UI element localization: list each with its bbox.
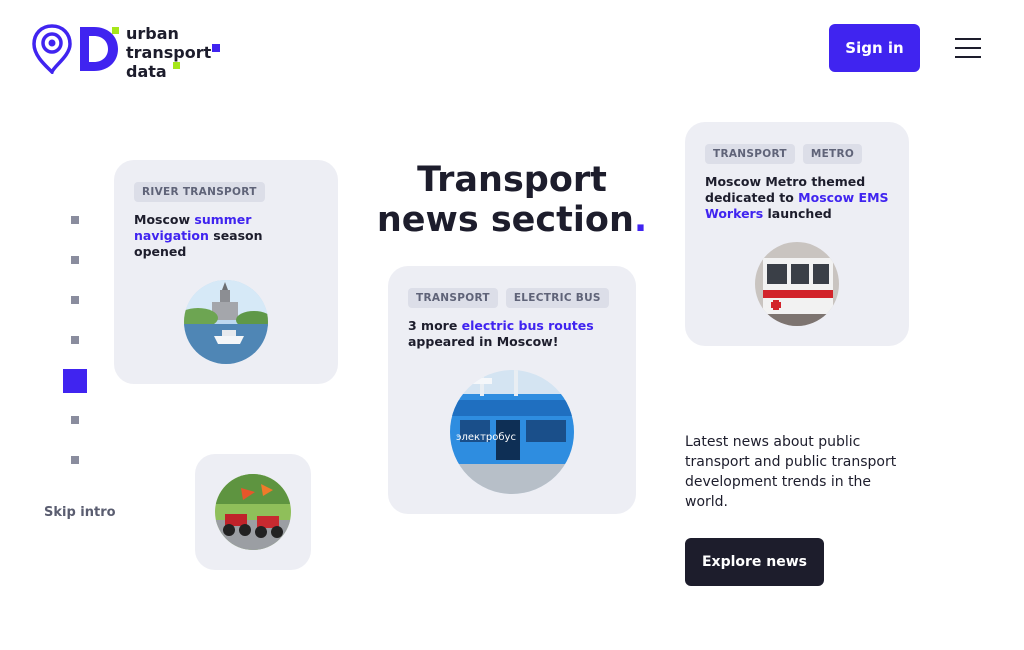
tag-metro: METRO [802,144,863,164]
logo-word-urban: urban [126,24,179,43]
electric-bus-image: электробус [450,370,574,494]
logo-word-transport: transport [126,43,212,62]
title-line-1: Transport [417,160,607,200]
tag-transport: TRANSPORT [705,144,795,164]
section-description: Latest news about public transport and p… [685,434,897,510]
metro-train-image [755,242,839,326]
news-card-metro[interactable]: TRANSPORT METRO Moscow Metro themed dedic… [685,122,909,346]
news-card-title: 3 more electric bus routes appeared in M… [408,318,594,349]
bus-image-caption: электробус [456,432,516,443]
page-title: Transport news section. [370,160,654,240]
progress-dot[interactable] [71,216,79,224]
news-card-title: Moscow summer navigation season opened [134,212,263,259]
tag-electric-bus: ELECTRIC BUS [505,288,609,308]
progress-dot[interactable] [71,416,79,424]
motorcycle-parade-image [215,474,291,550]
progress-dot[interactable] [71,256,79,264]
news-card-river[interactable]: RIVER TRANSPORT Moscow summer navigation… [114,160,338,384]
title-accent-dot: . [633,200,648,240]
tag-transport: TRANSPORT [408,288,498,308]
news-card-electric-bus[interactable]: TRANSPORT ELECTRIC BUS 3 more electric bu… [388,266,636,514]
river-cruise-image [184,280,268,364]
progress-dot[interactable] [71,336,79,344]
news-card-title: Moscow Metro themed dedicated to Moscow … [705,174,889,221]
hamburger-menu-icon[interactable] [955,38,981,58]
logo-wordmark: urban transport data [126,24,211,81]
sign-in-button[interactable]: Sign in [829,24,920,72]
progress-dot-active[interactable] [63,369,87,393]
explore-news-button[interactable]: Explore news [685,538,824,586]
skip-intro-link[interactable]: Skip intro [44,505,116,520]
news-card-motorcade[interactable] [195,454,311,570]
title-line-2: news section [376,200,634,240]
progress-dot[interactable] [71,456,79,464]
map-pin-icon [32,24,72,74]
tag-river-transport: RIVER TRANSPORT [134,182,265,202]
progress-dot[interactable] [71,296,79,304]
logo-word-data: data [126,62,167,81]
